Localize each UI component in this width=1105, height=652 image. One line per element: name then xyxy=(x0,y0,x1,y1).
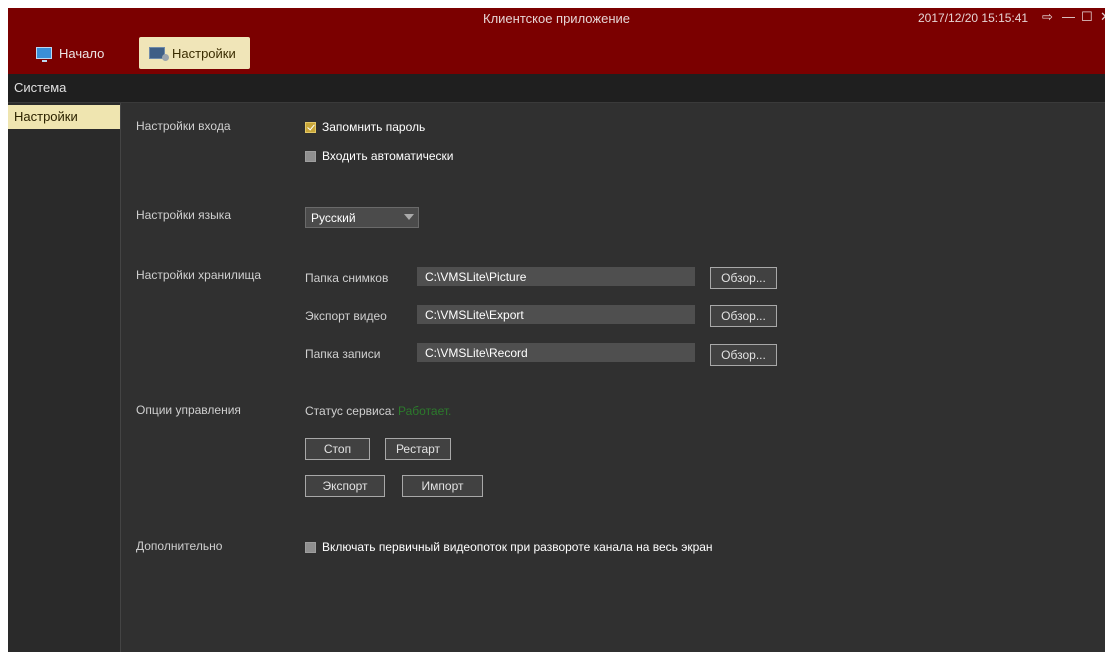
browse-export-button[interactable]: Обзор... xyxy=(710,305,777,327)
auto-login-checkbox[interactable]: Входить автоматически xyxy=(305,149,454,163)
section-header-bar: Система xyxy=(8,74,1105,103)
record-folder-input[interactable] xyxy=(417,343,695,362)
checkbox-unchecked-icon xyxy=(305,541,316,553)
language-select[interactable]: Русский xyxy=(305,207,419,228)
tab-settings-label: Настройки xyxy=(172,45,236,61)
section-header: Система xyxy=(14,80,67,95)
title-bar: Клиентское приложение 2017/12/20 15:15:4… xyxy=(8,8,1105,74)
browse-snapshot-button[interactable]: Обзор... xyxy=(710,267,777,289)
primary-stream-checkbox[interactable]: Включать первичный видеопоток при развор… xyxy=(305,540,713,554)
storage-settings-label: Настройки хранилища xyxy=(136,268,262,282)
language-settings-label: Настройки языка xyxy=(136,208,231,222)
app-window: Клиентское приложение 2017/12/20 15:15:4… xyxy=(8,8,1105,652)
stop-button[interactable]: Стоп xyxy=(305,438,370,460)
tab-home[interactable]: Начало xyxy=(36,37,126,69)
maximize-icon[interactable]: ☐ xyxy=(1081,9,1093,25)
tab-home-label: Начало xyxy=(59,45,105,61)
control-options-label: Опции управления xyxy=(136,403,241,417)
video-export-input[interactable] xyxy=(417,305,695,324)
auto-login-label: Входить автоматически xyxy=(322,149,454,163)
primary-stream-label: Включать первичный видеопоток при развор… xyxy=(322,540,713,554)
logout-icon[interactable]: ⇨ xyxy=(1042,9,1053,25)
snapshot-folder-input[interactable] xyxy=(417,267,695,286)
minimize-icon[interactable]: — xyxy=(1062,9,1075,24)
chevron-down-icon xyxy=(404,214,414,220)
monitor-icon xyxy=(36,47,52,62)
record-folder-label: Папка записи xyxy=(305,347,381,361)
browse-record-button[interactable]: Обзор... xyxy=(710,344,777,366)
video-export-label: Экспорт видео xyxy=(305,309,387,323)
settings-icon xyxy=(149,47,169,61)
import-button[interactable]: Импорт xyxy=(402,475,483,497)
export-button[interactable]: Экспорт xyxy=(305,475,385,497)
checkbox-unchecked-icon xyxy=(305,150,316,162)
datetime-display: 2017/12/20 15:15:41 xyxy=(918,11,1029,25)
snapshot-folder-label: Папка снимков xyxy=(305,271,389,285)
tab-settings[interactable]: Настройки xyxy=(139,37,250,69)
checkbox-checked-icon xyxy=(305,121,316,133)
close-icon[interactable]: ✕ xyxy=(1100,9,1105,25)
service-status-label: Статус сервиса: xyxy=(305,404,395,418)
remember-password-checkbox[interactable]: Запомнить пароль xyxy=(305,120,425,134)
restart-button[interactable]: Рестарт xyxy=(385,438,451,460)
sidebar-item-settings[interactable]: Настройки xyxy=(8,105,120,129)
service-status-value: Работает. xyxy=(398,404,452,418)
sidebar: Настройки xyxy=(8,103,121,652)
remember-password-label: Запомнить пароль xyxy=(322,120,426,134)
language-selected-value: Русский xyxy=(311,211,356,225)
login-settings-label: Настройки входа xyxy=(136,119,231,133)
additional-label: Дополнительно xyxy=(136,539,223,553)
